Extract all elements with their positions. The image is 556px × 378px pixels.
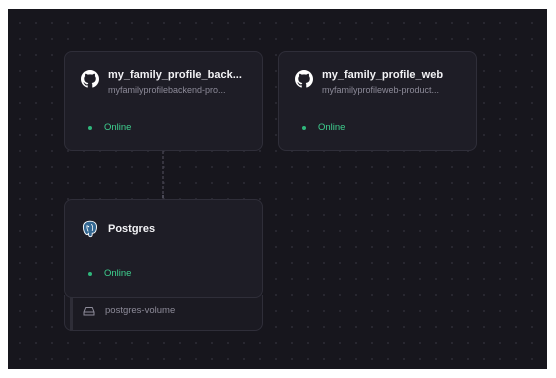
postgres-icon bbox=[82, 220, 97, 238]
status-dot-icon bbox=[88, 125, 92, 130]
service-card-web[interactable]: my_family_profile_web myfamilyprofileweb… bbox=[278, 51, 477, 151]
volume-postgres[interactable]: postgres-volume bbox=[64, 295, 263, 331]
status-dot-icon bbox=[302, 125, 306, 130]
service-status-label: Online bbox=[318, 122, 346, 133]
service-connection-line bbox=[162, 151, 164, 199]
service-domain: myfamilyprofilebackend-pro... bbox=[108, 85, 226, 95]
service-card-backend[interactable]: my_family_profile_back... myfamilyprofil… bbox=[64, 51, 263, 151]
service-title: my_family_profile_web bbox=[322, 69, 444, 81]
service-title: Postgres bbox=[108, 223, 156, 235]
github-icon bbox=[81, 70, 99, 88]
service-domain: myfamilyprofileweb-product... bbox=[322, 85, 440, 95]
service-status-label: Online bbox=[104, 268, 132, 279]
project-canvas[interactable]: my_family_profile_back... myfamilyprofil… bbox=[8, 9, 547, 369]
volume-label: postgres-volume bbox=[105, 305, 176, 316]
github-icon bbox=[295, 70, 313, 88]
service-status-label: Online bbox=[104, 122, 132, 133]
volume-attachment-bar bbox=[70, 295, 73, 331]
service-title: my_family_profile_back... bbox=[108, 69, 242, 81]
service-status: Online bbox=[302, 122, 345, 133]
hard-drive-icon bbox=[83, 306, 95, 315]
service-card-postgres[interactable]: Postgres Online bbox=[64, 199, 263, 298]
status-dot-icon bbox=[88, 271, 92, 276]
service-status: Online bbox=[88, 122, 131, 133]
service-status: Online bbox=[88, 268, 131, 279]
